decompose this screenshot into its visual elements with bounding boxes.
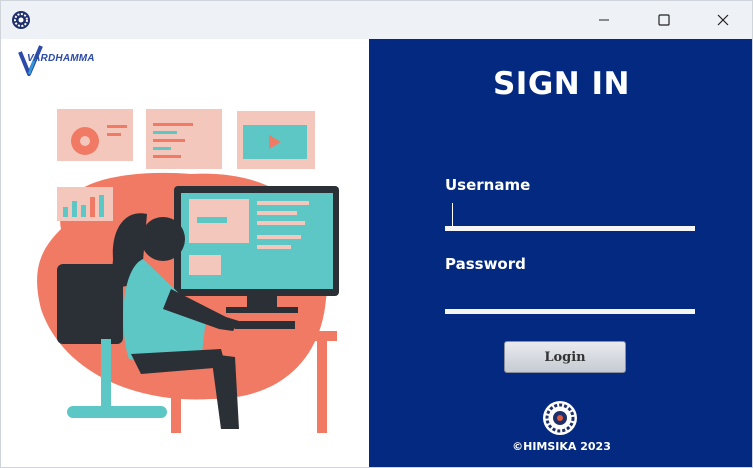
maximize-icon — [658, 14, 670, 26]
password-input[interactable] — [445, 286, 695, 314]
text-caret — [452, 203, 453, 227]
close-button[interactable] — [694, 1, 752, 39]
login-window: VARDHAMMA SIGN IN Username Password Logi… — [0, 0, 753, 468]
close-icon — [717, 14, 729, 26]
copyright-text: ©HIMSIKA 2023 — [512, 440, 611, 453]
app-icon — [12, 11, 30, 29]
college-seal-icon — [543, 401, 577, 435]
username-label: Username — [445, 176, 531, 194]
title-bar — [1, 1, 752, 39]
person-at-computer-illustration — [37, 109, 339, 433]
logo-text: VARDHAMMA — [27, 53, 95, 64]
maximize-button[interactable] — [635, 1, 693, 39]
login-button[interactable]: Login — [504, 341, 626, 373]
password-label: Password — [445, 255, 526, 273]
minimize-button[interactable] — [575, 1, 633, 39]
minimize-icon — [599, 19, 609, 21]
illustration-panel: VARDHAMMA — [1, 39, 369, 467]
username-input[interactable] — [445, 203, 695, 231]
page-title: SIGN IN — [492, 66, 631, 102]
sign-in-panel: SIGN IN Username Password Login ©HIMSIKA… — [369, 39, 752, 467]
